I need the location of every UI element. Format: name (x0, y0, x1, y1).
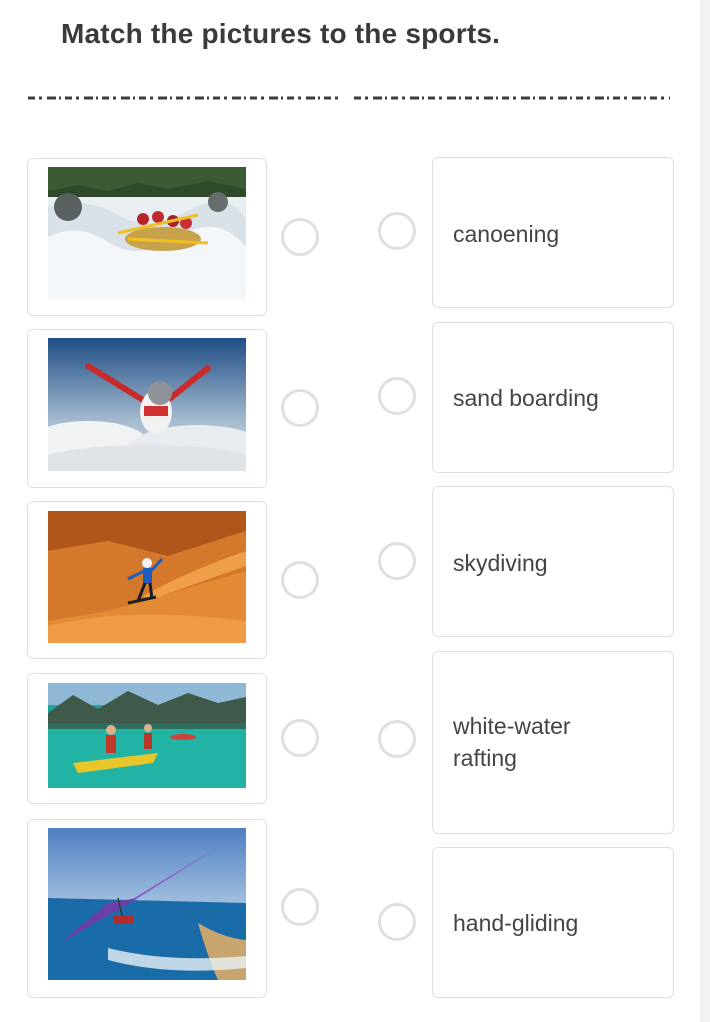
word-label: white-water rafting (453, 713, 571, 771)
word-card-5[interactable]: hand-gliding (432, 847, 674, 998)
separator-left (28, 96, 340, 100)
word-card-1[interactable]: canoening (432, 157, 674, 308)
word-4-radio[interactable] (378, 720, 416, 758)
picture-1-radio[interactable] (281, 218, 319, 256)
word-label: canoening (453, 221, 560, 247)
word-card-2[interactable]: sand boarding (432, 322, 674, 473)
picture-3-radio[interactable] (281, 561, 319, 599)
word-label: skydiving (453, 550, 548, 576)
white-water-rafting-photo (48, 167, 246, 299)
word-1-radio[interactable] (378, 212, 416, 250)
sand-boarding-photo (48, 511, 246, 643)
skydiving-photo (48, 338, 246, 471)
hang-gliding-photo (48, 828, 246, 980)
picture-2-radio[interactable] (281, 389, 319, 427)
right-edge-strip (700, 0, 710, 1022)
picture-5-radio[interactable] (281, 888, 319, 926)
word-3-radio[interactable] (378, 542, 416, 580)
word-label: sand boarding (453, 385, 599, 411)
picture-4-radio[interactable] (281, 719, 319, 757)
canoeing-photo (48, 683, 246, 788)
separator-right (354, 96, 670, 100)
word-card-4[interactable]: white-water rafting (432, 651, 674, 834)
page-title: Match the pictures to the sports. (61, 18, 501, 49)
word-card-3[interactable]: skydiving (432, 486, 674, 637)
word-2-radio[interactable] (378, 377, 416, 415)
word-label: hand-gliding (453, 910, 579, 936)
word-5-radio[interactable] (378, 903, 416, 941)
